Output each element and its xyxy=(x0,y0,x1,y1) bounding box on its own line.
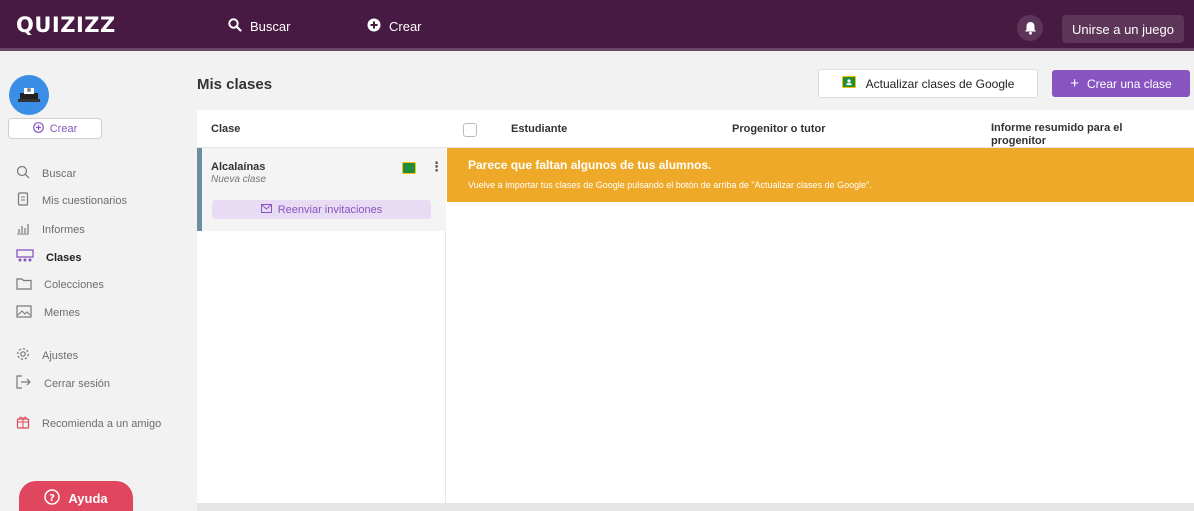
nav-create-label: Crear xyxy=(389,19,422,34)
top-bar: QUIZIZZ Buscar Crear Unirse a un juego xyxy=(0,0,1194,51)
column-header-clase: Clase xyxy=(211,123,241,135)
nav-search-label: Buscar xyxy=(250,19,291,34)
sidebar-item-buscar[interactable]: Buscar xyxy=(16,165,76,182)
table-header: Clase Estudiante Progenitor o tutor Info… xyxy=(197,110,1194,148)
column-header-estudiante: Estudiante xyxy=(511,123,568,135)
resend-invitations-button[interactable]: Reenviar invitaciones xyxy=(212,200,431,219)
gift-icon xyxy=(16,415,30,432)
chart-icon xyxy=(16,221,30,238)
sidebar-item-recomienda[interactable]: Recomienda a un amigo xyxy=(16,415,161,432)
update-google-classes-label: Actualizar clases de Google xyxy=(865,76,1015,91)
resend-invitations-label: Reenviar invitaciones xyxy=(277,203,383,216)
more-options-icon[interactable]: ⋮ xyxy=(430,159,443,175)
classes-icon xyxy=(16,249,34,266)
sidebar-item-informes[interactable]: Informes xyxy=(16,221,85,238)
google-classroom-icon xyxy=(841,76,856,91)
google-classroom-icon xyxy=(402,162,416,174)
update-google-classes-button[interactable]: Actualizar clases de Google xyxy=(818,69,1038,98)
search-icon xyxy=(16,165,30,182)
logout-icon xyxy=(16,375,32,392)
question-circle-icon: ? xyxy=(44,488,61,508)
quizizz-logo[interactable]: QUIZIZZ xyxy=(16,13,116,37)
classes-panel: Clase Estudiante Progenitor o tutor Info… xyxy=(197,110,1194,503)
alert-title: Parece que faltan algunos de tus alumnos… xyxy=(468,158,712,172)
class-card[interactable]: Alcalaínas Nueva clase ⋮ Reenviar invita… xyxy=(197,148,446,231)
image-icon xyxy=(16,305,32,321)
sidebar-item-label: Informes xyxy=(42,223,85,236)
class-list: Alcalaínas Nueva clase ⋮ Reenviar invita… xyxy=(197,148,446,503)
svg-text:?: ? xyxy=(49,493,55,504)
sidebar-item-ajustes[interactable]: Ajustes xyxy=(16,347,78,364)
plus-circle-icon xyxy=(32,121,44,136)
sidebar-item-label: Memes xyxy=(44,307,81,319)
plus-circle-icon xyxy=(367,18,381,35)
missing-students-alert: Parece que faltan algunos de tus alumnos… xyxy=(447,148,1194,202)
join-game-button[interactable]: Unirse a un juego xyxy=(1062,15,1184,43)
help-label: Ayuda xyxy=(68,490,108,506)
document-icon xyxy=(16,192,30,209)
sidebar-item-memes[interactable]: Memes xyxy=(16,305,80,321)
column-header-progenitor: Progenitor o tutor xyxy=(732,123,826,135)
plus-icon: + xyxy=(1070,75,1080,92)
sidebar-item-label: Buscar xyxy=(42,167,77,180)
sidebar: Crear Buscar Mis cuestionarios Informes … xyxy=(0,51,196,511)
sidebar-item-cerrar-sesion[interactable]: Cerrar sesión xyxy=(16,375,110,392)
select-all-checkbox[interactable] xyxy=(463,123,477,137)
sidebar-item-label: Mis cuestionarios xyxy=(42,194,127,207)
alert-body: Vuelve a importar tus clases de Google p… xyxy=(468,180,872,190)
gear-icon xyxy=(16,347,30,364)
sidebar-create-button[interactable]: Crear xyxy=(8,118,102,139)
avatar[interactable] xyxy=(9,75,49,115)
class-name: Alcalaínas xyxy=(211,161,266,173)
help-button[interactable]: ? Ayuda xyxy=(19,481,133,511)
sidebar-item-label: Cerrar sesión xyxy=(44,377,111,390)
column-header-informe: Informe resumido para el progenitor xyxy=(991,122,1123,147)
create-class-button[interactable]: + Crear una clase xyxy=(1052,70,1190,97)
envelope-icon xyxy=(260,203,272,216)
sidebar-create-label: Crear xyxy=(49,122,78,135)
sidebar-item-clases[interactable]: Clases xyxy=(16,249,81,266)
sidebar-item-mis-cuestionarios[interactable]: Mis cuestionarios xyxy=(16,192,127,209)
nav-search-link[interactable]: Buscar xyxy=(228,18,290,35)
page-title: Mis clases xyxy=(197,76,273,93)
nav-create-link[interactable]: Crear xyxy=(367,18,422,35)
sidebar-item-label: Clases xyxy=(46,251,82,264)
sidebar-item-colecciones[interactable]: Colecciones xyxy=(16,277,104,293)
class-subtitle: Nueva clase xyxy=(211,174,267,185)
notifications-bell-icon[interactable] xyxy=(1017,15,1043,41)
search-icon xyxy=(228,18,242,35)
sidebar-item-label: Colecciones xyxy=(44,279,104,291)
bottom-divider xyxy=(197,503,1194,511)
create-class-label: Crear una clase xyxy=(1087,76,1172,91)
folder-icon xyxy=(16,277,32,293)
sidebar-item-label: Ajustes xyxy=(42,349,79,362)
sidebar-item-label: Recomienda a un amigo xyxy=(42,417,162,430)
